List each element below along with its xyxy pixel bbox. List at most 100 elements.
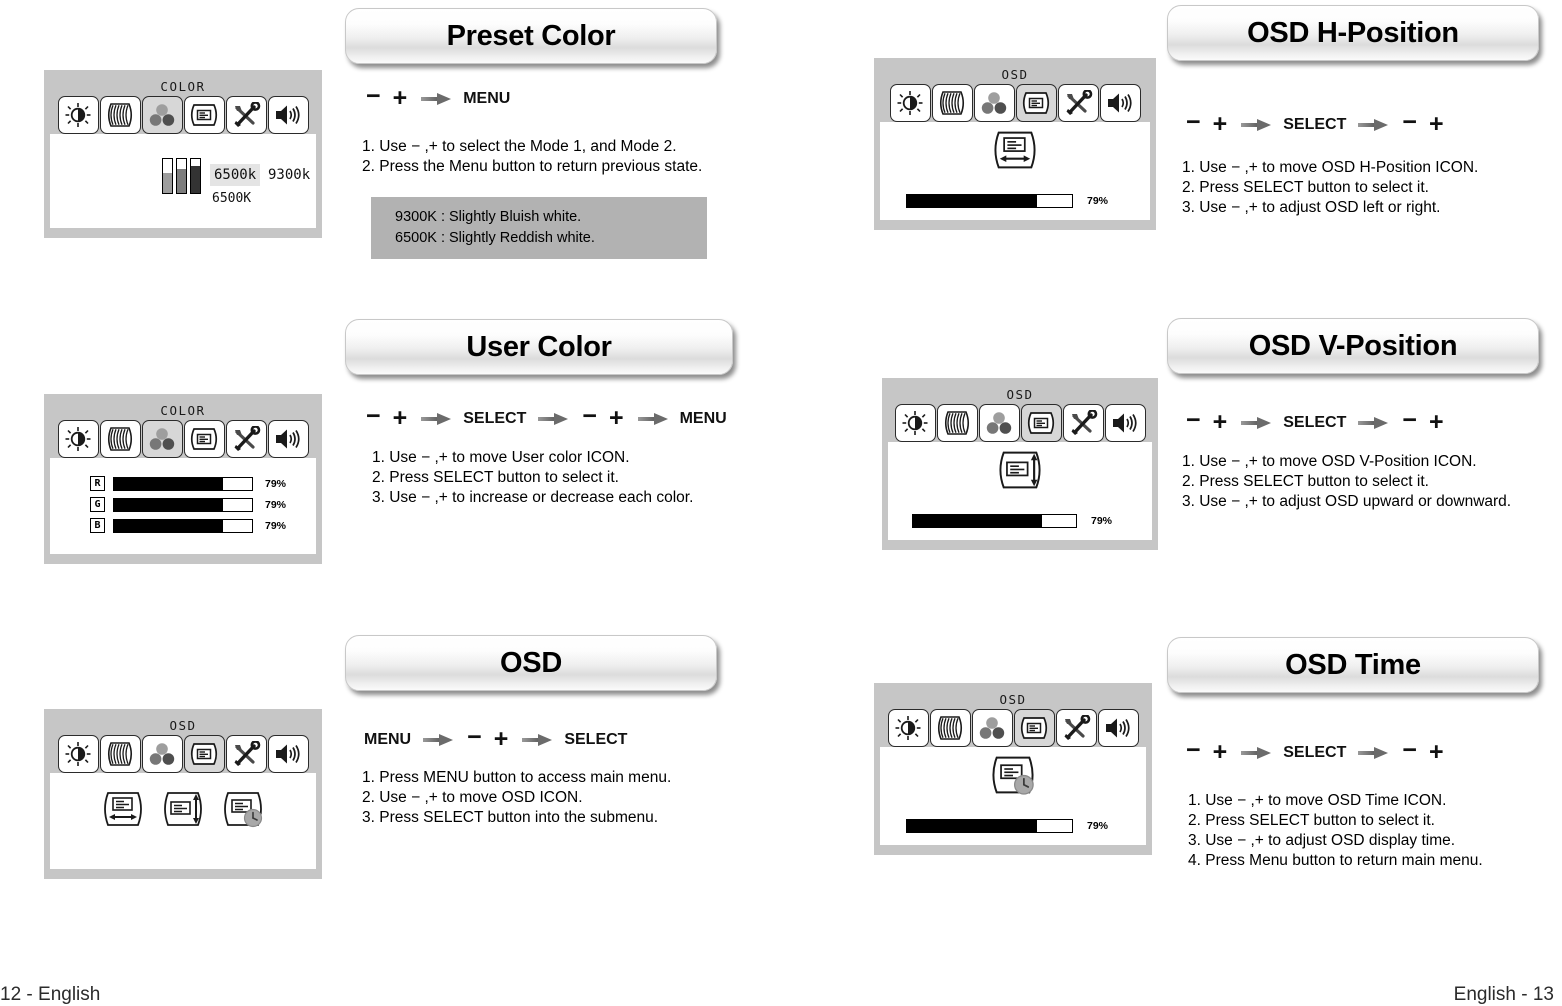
slider-track[interactable]: [912, 514, 1077, 528]
menu-icon-color-icon[interactable]: [978, 404, 1020, 442]
plus-button-symbol[interactable]: +: [1213, 740, 1228, 765]
menu-icon-brightness-contrast-icon[interactable]: [57, 735, 99, 773]
button-flow-osd-h-position: − + SELECT − +: [1180, 110, 1450, 137]
menu-icon-color-icon[interactable]: [141, 96, 183, 134]
select-button-label[interactable]: SELECT: [1283, 414, 1346, 432]
menu-icon-osd-icon[interactable]: [183, 420, 225, 458]
menu-icon-osd-icon[interactable]: [183, 96, 225, 134]
menu-icon-geometry-moire-icon[interactable]: [99, 420, 141, 458]
slider-track[interactable]: [906, 194, 1073, 208]
select-button-label[interactable]: SELECT: [1283, 744, 1346, 762]
submenu-icon-osd-time-icon[interactable]: [220, 789, 266, 829]
menu-icon-tools-icon[interactable]: [1055, 709, 1097, 747]
button-flow-user-color: − + SELECT − + MENU: [360, 404, 731, 431]
arrow-icon: [421, 92, 452, 105]
steps-osd-v-position: 1. Use − ,+ to move OSD V-Position ICON.…: [1182, 452, 1511, 512]
slider-fill: [114, 519, 224, 532]
menu-icon-volume-icon[interactable]: [267, 420, 309, 458]
menu-button-label[interactable]: MENU: [680, 410, 727, 428]
minus-button-symbol[interactable]: −: [366, 404, 381, 429]
minus-button-symbol[interactable]: −: [1402, 738, 1417, 763]
slider-row-g[interactable]: G 79%: [90, 497, 316, 512]
step-item: 2. Press the Menu button to return previ…: [362, 158, 703, 175]
preset-option-6500k[interactable]: 6500k: [210, 164, 261, 186]
menu-icon-volume-icon[interactable]: [1099, 84, 1141, 122]
menu-icon-brightness-contrast-icon[interactable]: [887, 709, 929, 747]
select-button-label[interactable]: SELECT: [564, 731, 627, 749]
plus-button-symbol[interactable]: +: [1213, 410, 1228, 435]
menu-icon-tools-icon[interactable]: [1062, 404, 1104, 442]
menu-icon-brightness-contrast-icon[interactable]: [889, 84, 931, 122]
menu-icon-tools-icon[interactable]: [225, 735, 267, 773]
plus-button-symbol[interactable]: +: [393, 406, 408, 431]
menu-button-label[interactable]: MENU: [364, 731, 411, 749]
menu-button-label[interactable]: MENU: [463, 90, 510, 108]
big-icon-osd-v-position-icon: [995, 448, 1045, 492]
slider-row-r[interactable]: R 79%: [90, 476, 316, 491]
menu-icon-color-icon[interactable]: [971, 709, 1013, 747]
menu-icon-brightness-contrast-icon[interactable]: [57, 96, 99, 134]
select-button-label[interactable]: SELECT: [1283, 116, 1346, 134]
menu-icon-geometry-moire-icon[interactable]: [99, 735, 141, 773]
arrow-icon: [1358, 416, 1389, 429]
menu-icon-osd-icon[interactable]: [183, 735, 225, 773]
plus-button-symbol[interactable]: +: [1429, 740, 1444, 765]
slider-value: 79%: [265, 498, 287, 511]
slider-track[interactable]: [113, 518, 253, 533]
menu-icon-color-icon[interactable]: [973, 84, 1015, 122]
preset-option-9300k[interactable]: 9300k: [264, 164, 314, 186]
slider-track[interactable]: [906, 819, 1073, 833]
menu-icon-osd-icon[interactable]: [1020, 404, 1062, 442]
step-item: 2. Use − ,+ to move OSD ICON.: [362, 789, 583, 806]
menu-icon-tools-icon[interactable]: [225, 420, 267, 458]
menu-icon-tools-icon[interactable]: [225, 96, 267, 134]
select-button-label[interactable]: SELECT: [463, 410, 526, 428]
menu-icon-osd-icon[interactable]: [1015, 84, 1057, 122]
minus-button-symbol[interactable]: −: [1186, 408, 1201, 433]
plus-button-symbol[interactable]: +: [1429, 112, 1444, 137]
step-item: 2. Press SELECT button to select it.: [1182, 179, 1429, 196]
minus-button-symbol[interactable]: −: [1186, 110, 1201, 135]
minus-button-symbol[interactable]: −: [582, 404, 597, 429]
osd-content-h-position: 79%: [880, 122, 1150, 220]
plus-button-symbol[interactable]: +: [1429, 410, 1444, 435]
slider-row-v-position[interactable]: 79%: [912, 514, 1112, 528]
minus-button-symbol[interactable]: −: [366, 84, 381, 109]
plus-button-symbol[interactable]: +: [609, 406, 624, 431]
plus-button-symbol[interactable]: +: [494, 727, 509, 752]
plus-button-symbol[interactable]: +: [393, 86, 408, 111]
minus-button-symbol[interactable]: −: [467, 725, 482, 750]
title-text: User Color: [466, 330, 612, 363]
slider-track[interactable]: [113, 497, 253, 512]
slider-row-b[interactable]: B 79%: [90, 518, 316, 533]
menu-icon-geometry-moire-icon[interactable]: [931, 84, 973, 122]
slider-row-h-position[interactable]: 79%: [906, 194, 1108, 208]
menu-icon-osd-icon[interactable]: [1013, 709, 1055, 747]
menu-icon-geometry-moire-icon[interactable]: [936, 404, 978, 442]
slider-row-osd-time[interactable]: 79%: [906, 819, 1108, 833]
menu-icon-volume-icon[interactable]: [1104, 404, 1146, 442]
osd-icon-row: [880, 82, 1150, 122]
minus-button-symbol[interactable]: −: [1402, 110, 1417, 135]
menu-icon-brightness-contrast-icon[interactable]: [57, 420, 99, 458]
osd-panel-osd: OSD: [44, 709, 322, 879]
big-icon-osd-time-icon: [988, 753, 1038, 797]
menu-icon-color-icon[interactable]: [141, 735, 183, 773]
menu-icon-volume-icon[interactable]: [267, 96, 309, 134]
minus-button-symbol[interactable]: −: [1186, 738, 1201, 763]
menu-icon-geometry-moire-icon[interactable]: [99, 96, 141, 134]
menu-icon-volume-icon[interactable]: [267, 735, 309, 773]
plus-button-symbol[interactable]: +: [1213, 112, 1228, 137]
menu-icon-brightness-contrast-icon[interactable]: [894, 404, 936, 442]
slider-fill: [907, 195, 1038, 207]
slider-value: 79%: [1087, 195, 1109, 207]
menu-icon-tools-icon[interactable]: [1057, 84, 1099, 122]
menu-icon-color-icon[interactable]: [141, 420, 183, 458]
minus-button-symbol[interactable]: −: [1402, 408, 1417, 433]
menu-icon-volume-icon[interactable]: [1097, 709, 1139, 747]
menu-icon-geometry-moire-icon[interactable]: [929, 709, 971, 747]
submenu-icon-osd-h-position-icon[interactable]: [100, 789, 146, 829]
submenu-icon-osd-v-position-icon[interactable]: [160, 789, 206, 829]
slider-track[interactable]: [113, 476, 253, 491]
big-icon-osd-h-position-icon: [990, 128, 1040, 172]
